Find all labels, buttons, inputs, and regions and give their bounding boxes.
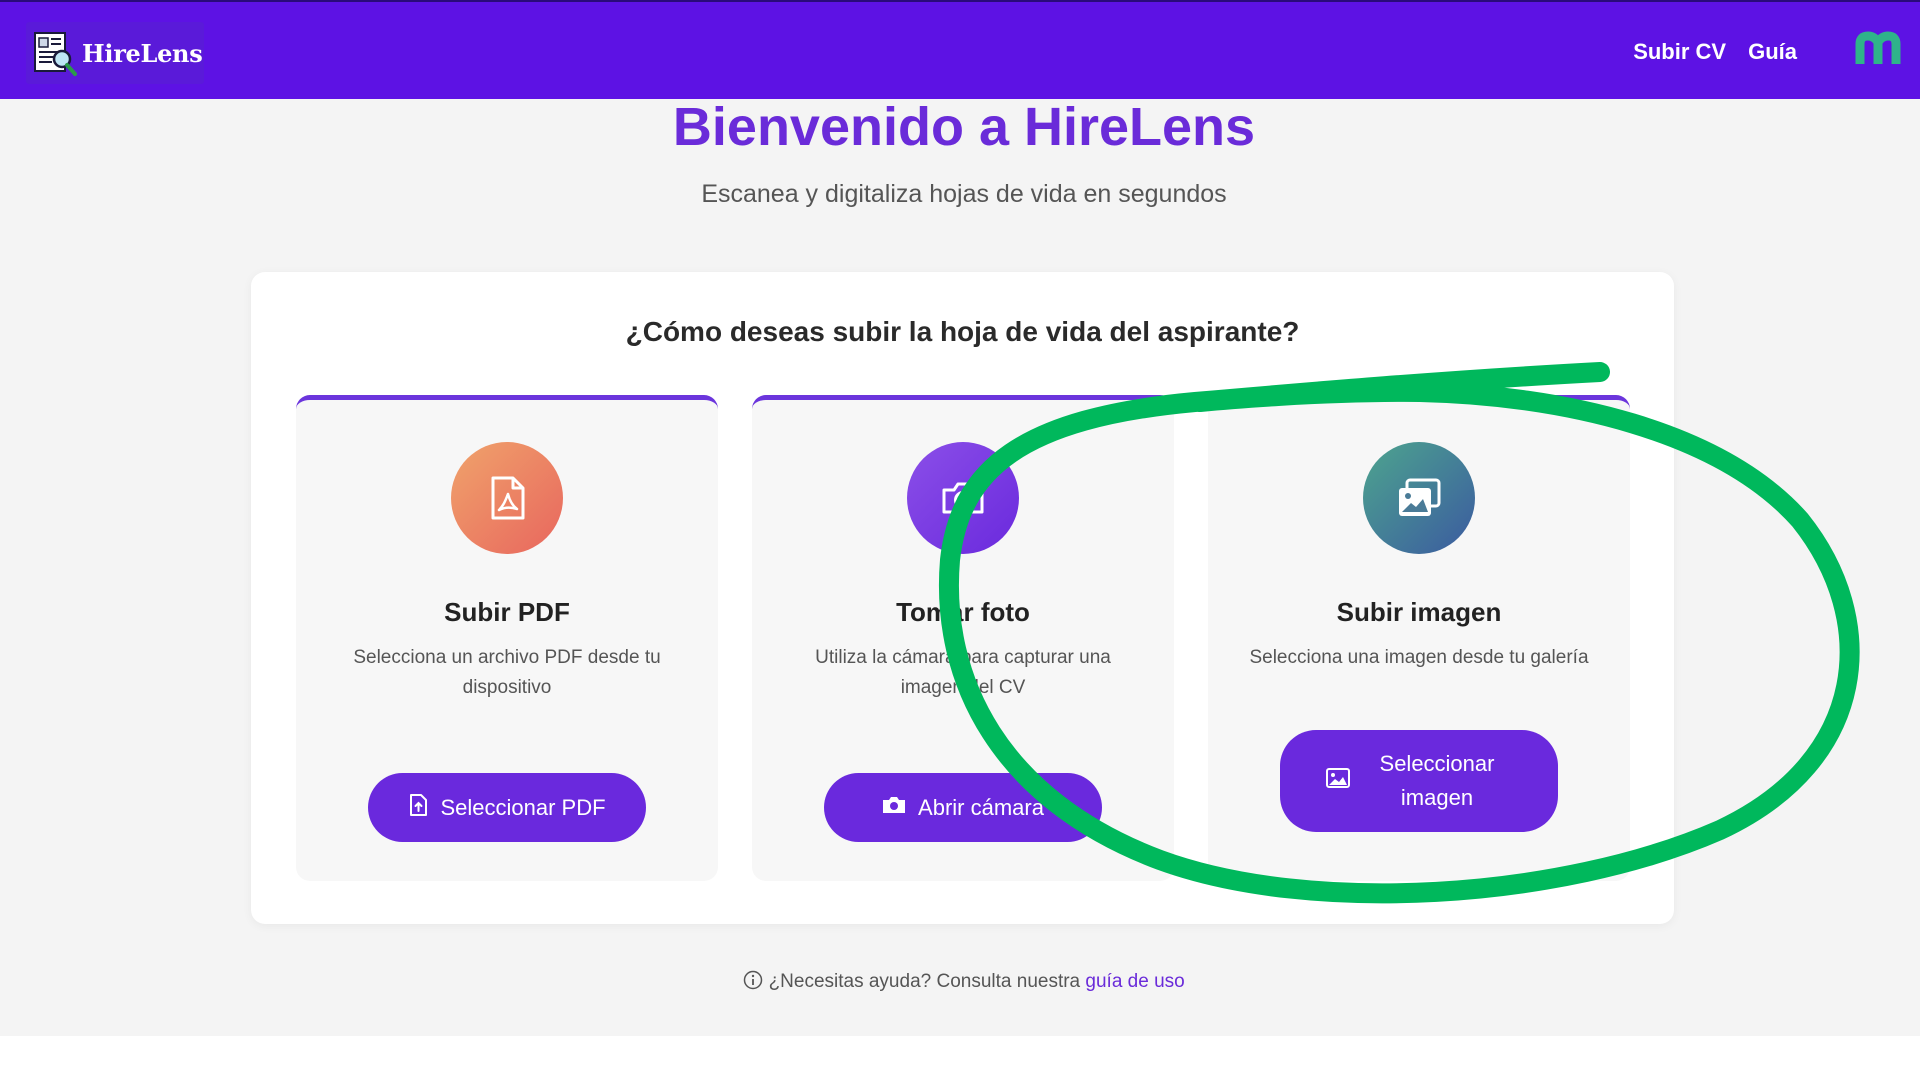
nav-links: Subir CV Guía — [1633, 39, 1797, 65]
option-description: Selecciona una imagen desde tu galería — [1249, 647, 1589, 668]
camera-icon — [907, 442, 1019, 554]
option-title: Subir PDF — [444, 597, 570, 627]
usage-guide-link[interactable]: guía de uso — [1085, 971, 1184, 992]
upload-options-card: ¿Cómo deseas subir la hoja de vida del a… — [251, 272, 1674, 924]
select-image-button[interactable]: Seleccionar imagen — [1280, 730, 1558, 832]
page-subtitle: Escanea y digitaliza hojas de vida en se… — [701, 180, 1227, 208]
select-pdf-button[interactable]: Seleccionar PDF — [368, 773, 646, 842]
option-title: Subir imagen — [1336, 597, 1502, 627]
navbar: HireLens Subir CV Guía — [0, 0, 1920, 99]
image-small-icon — [1326, 768, 1350, 794]
images-icon — [1363, 442, 1475, 554]
pdf-file-icon — [451, 442, 563, 554]
brand-name: HireLens — [82, 38, 203, 68]
open-camera-button[interactable]: Abrir cámara — [824, 773, 1102, 842]
brand-logo[interactable]: HireLens — [26, 22, 204, 84]
help-footer: ¿Necesitas ayuda? Consulta nuestra guía … — [0, 970, 1920, 993]
camera-small-icon — [882, 795, 906, 821]
option-card-pdf: Subir PDF Selecciona un archivo PDF desd… — [296, 395, 718, 881]
help-text: ¿Necesitas ayuda? Consulta nuestra — [768, 971, 1081, 992]
option-card-image: Subir imagen Selecciona una imagen desde… — [1208, 395, 1630, 881]
option-description: Utiliza la cámara para capturar una imag… — [815, 647, 1111, 698]
nav-link-guia[interactable]: Guía — [1748, 39, 1797, 65]
info-icon — [743, 970, 768, 992]
button-label: Abrir cámara — [918, 794, 1044, 820]
button-label: Seleccionar PDF — [440, 794, 606, 820]
resume-magnifier-icon — [32, 29, 78, 77]
button-label: Seleccionar imagen — [1379, 751, 1495, 810]
nav-link-subir-cv[interactable]: Subir CV — [1633, 39, 1726, 65]
file-upload-icon — [408, 793, 428, 823]
option-card-camera: Tomar foto Utiliza la cámara para captur… — [752, 395, 1174, 881]
m-logo-icon[interactable] — [1854, 30, 1902, 70]
option-title: Tomar foto — [896, 597, 1030, 627]
option-description: Selecciona un archivo PDF desde tu dispo… — [353, 647, 661, 698]
page-title: Bienvenido a HireLens — [672, 97, 1256, 157]
upload-question: ¿Cómo deseas subir la hoja de vida del a… — [625, 316, 1300, 347]
